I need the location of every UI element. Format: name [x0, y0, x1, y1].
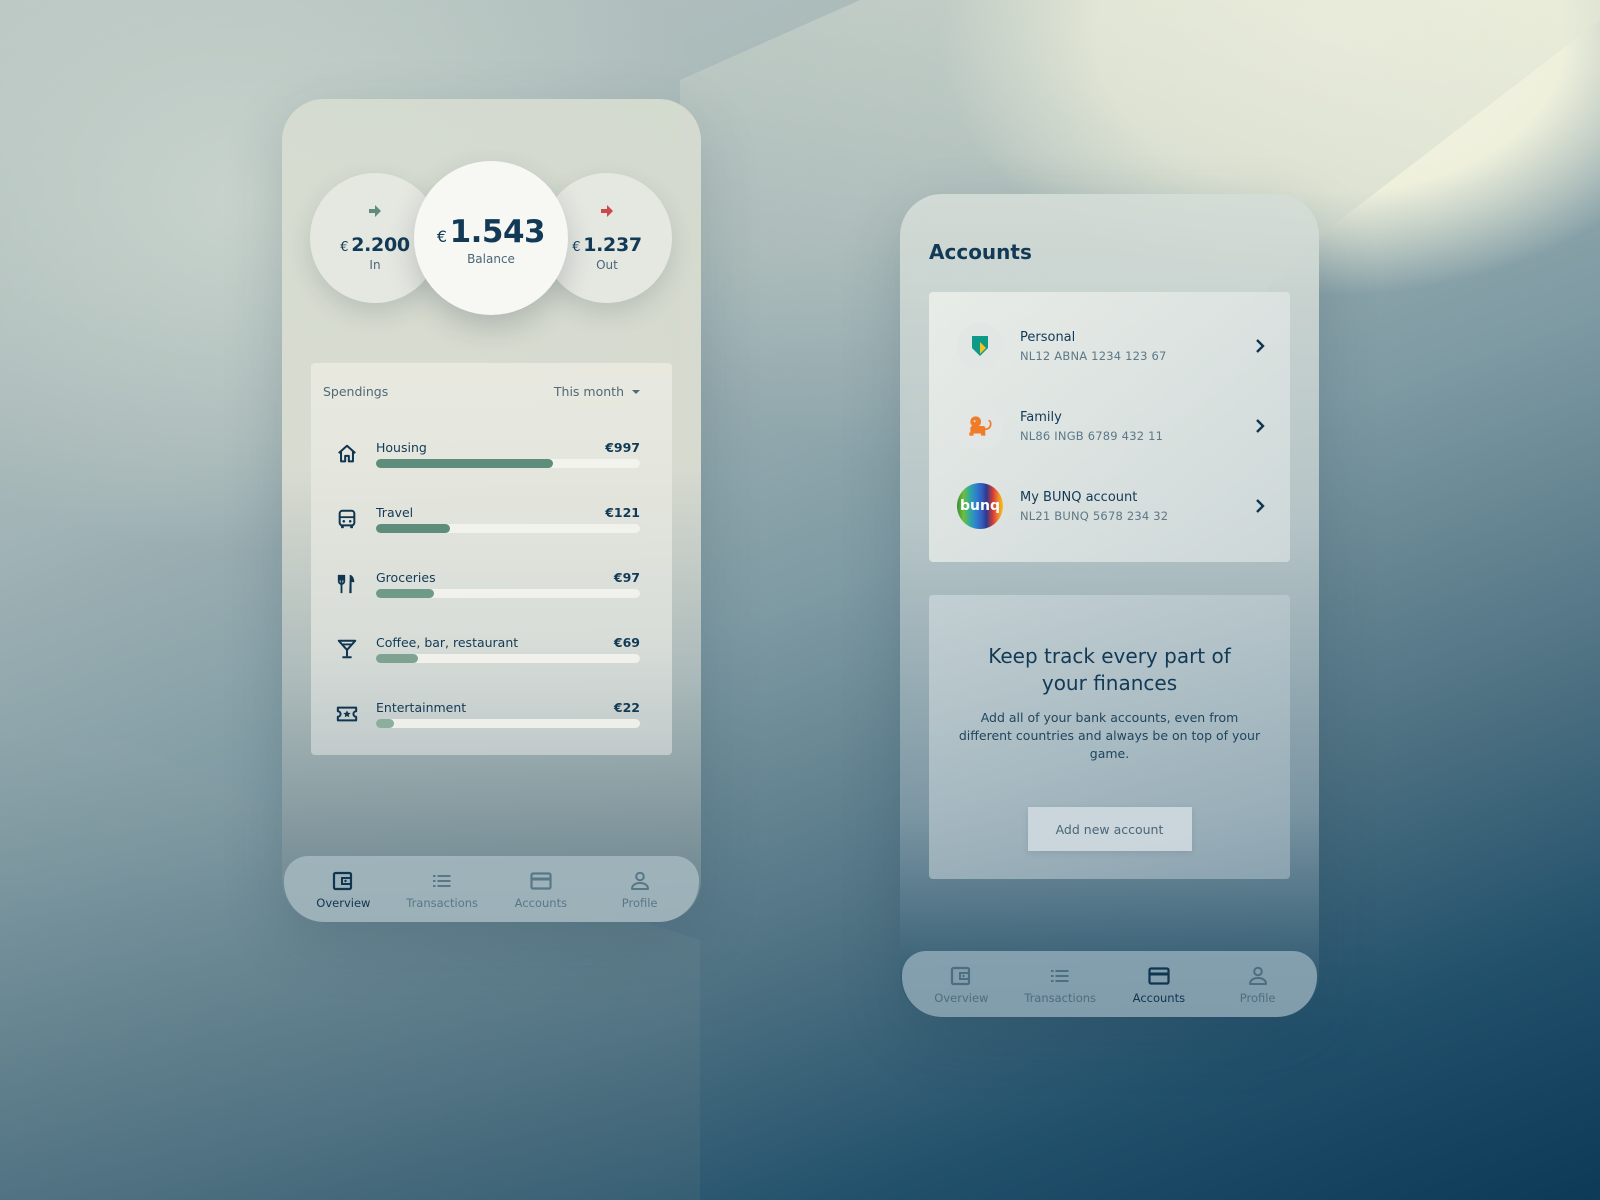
tab-label: Profile: [1239, 990, 1276, 1005]
tab-transactions[interactable]: Transactions: [397, 869, 487, 910]
wallet-icon: [951, 966, 971, 985]
spending-bar-fill: [376, 588, 435, 598]
tab-label: Overview: [316, 895, 371, 910]
abn-amro-logo: [957, 323, 1003, 369]
tab-label: Overview: [934, 990, 989, 1005]
tab-overview[interactable]: Overview: [916, 964, 1006, 1005]
balance-stat[interactable]: €1.543 Balance: [414, 161, 568, 315]
wallet-icon: [333, 871, 353, 890]
list-icon: [1051, 969, 1069, 982]
overview-screen: €2.200 In €1.543 Balance €1.237 Out Spen…: [282, 99, 701, 922]
tab-label: Profile: [621, 895, 658, 910]
period-dropdown[interactable]: This month: [554, 384, 640, 399]
account-iban: NL21 BUNQ 5678 234 32: [1020, 508, 1169, 523]
category-name: Housing: [376, 439, 427, 455]
category-value: €997: [605, 439, 640, 455]
bunq-logo: bunq: [957, 483, 1003, 529]
ing-lion-logo: [957, 403, 1003, 449]
balance-summary: €2.200 In €1.543 Balance €1.237 Out: [310, 161, 672, 321]
account-iban: NL86 INGB 6789 432 11: [1020, 428, 1164, 443]
tab-label: Transactions: [1024, 990, 1097, 1005]
category-name: Entertainment: [376, 699, 467, 715]
caret-down-icon: [632, 389, 640, 394]
spending-bar: [376, 653, 640, 663]
account-item[interactable]: Personal NL12 ABNA 1234 123 67: [929, 306, 1290, 386]
category-row[interactable]: Groceries €97: [335, 551, 640, 616]
category-name: Travel: [376, 504, 414, 520]
spending-bar: [376, 718, 640, 728]
user-icon: [630, 871, 649, 890]
bunq-logo-text: bunq: [960, 498, 1000, 514]
promo-title: Keep track every part of your finances: [988, 644, 1231, 695]
spending-bar-fill: [376, 458, 553, 468]
category-value: €22: [613, 699, 640, 715]
cocktail-icon: [335, 637, 359, 661]
spending-bar: [376, 523, 640, 533]
tab-transactions[interactable]: Transactions: [1015, 964, 1105, 1005]
spendings-title: Spendings: [323, 384, 389, 399]
tab-overview[interactable]: Overview: [298, 869, 388, 910]
spending-bar-fill: [376, 718, 395, 728]
account-iban: NL12 ABNA 1234 123 67: [1020, 348, 1167, 363]
spending-bar-fill: [376, 523, 450, 533]
bottom-tab-bar: Overview Transactions Accounts Profile: [902, 951, 1317, 1017]
arrow-right-icon: [601, 205, 613, 217]
account-name: Personal: [1020, 329, 1076, 345]
tab-profile[interactable]: Profile: [595, 869, 685, 910]
add-account-button[interactable]: Add new account: [1027, 807, 1192, 851]
fork-knife-icon: [335, 572, 359, 596]
tab-label: Accounts: [514, 895, 568, 910]
tab-label: Accounts: [1132, 990, 1186, 1005]
category-row[interactable]: Entertainment €22: [335, 681, 640, 746]
category-value: €97: [613, 569, 640, 585]
category-value: €69: [613, 634, 640, 650]
list-icon: [433, 874, 451, 887]
tab-accounts[interactable]: Accounts: [496, 869, 586, 910]
account-name: My BUNQ account: [1020, 489, 1138, 505]
page-title: Accounts: [929, 240, 1032, 264]
ticket-icon: [335, 702, 359, 726]
home-icon: [335, 442, 359, 466]
accounts-screen: Accounts Personal NL12 ABNA 1234 123 67 …: [900, 194, 1319, 1017]
category-value: €121: [605, 504, 640, 520]
chevron-right-icon: [1256, 499, 1265, 513]
bus-icon: [335, 507, 359, 531]
income-label: In: [369, 258, 381, 272]
outgoing-label: Out: [596, 258, 618, 272]
category-row[interactable]: Travel €121: [335, 486, 640, 551]
income-amount: €2.200: [340, 234, 410, 256]
bottom-tab-bar: Overview Transactions Accounts Profile: [284, 856, 699, 922]
category-row[interactable]: Housing €997: [335, 421, 640, 486]
tab-profile[interactable]: Profile: [1213, 964, 1303, 1005]
category-list: Housing €997 Travel €121 Groceries €97 C…: [311, 399, 672, 746]
card-icon: [1148, 966, 1170, 985]
spending-bar-fill: [376, 653, 419, 663]
balance-label: Balance: [467, 252, 515, 266]
card-icon: [530, 871, 552, 890]
balance-amount: €1.543: [436, 214, 546, 250]
account-item[interactable]: bunq My BUNQ account NL21 BUNQ 5678 234 …: [929, 466, 1290, 546]
category-name: Coffee, bar, restaurant: [376, 634, 519, 650]
period-label: This month: [553, 384, 624, 399]
add-account-promo: Keep track every part of your finances A…: [929, 595, 1290, 879]
tab-label: Transactions: [406, 895, 479, 910]
category-name: Groceries: [376, 569, 436, 585]
chevron-right-icon: [1256, 419, 1265, 433]
spendings-card: Spendings This month Housing €997 Travel…: [311, 363, 672, 755]
promo-text: Add all of your bank accounts, even from…: [958, 710, 1261, 761]
category-row[interactable]: Coffee, bar, restaurant €69: [335, 616, 640, 681]
user-icon: [1248, 966, 1267, 985]
spending-bar: [376, 458, 640, 468]
tab-accounts[interactable]: Accounts: [1114, 964, 1204, 1005]
arrow-right-icon: [369, 205, 381, 217]
account-item[interactable]: Family NL86 INGB 6789 432 11: [929, 386, 1290, 466]
chevron-right-icon: [1256, 339, 1265, 353]
outgoing-amount: €1.237: [572, 234, 642, 256]
spending-bar: [376, 588, 640, 598]
account-name: Family: [1020, 409, 1062, 425]
accounts-list: Personal NL12 ABNA 1234 123 67 Family NL…: [929, 292, 1290, 562]
